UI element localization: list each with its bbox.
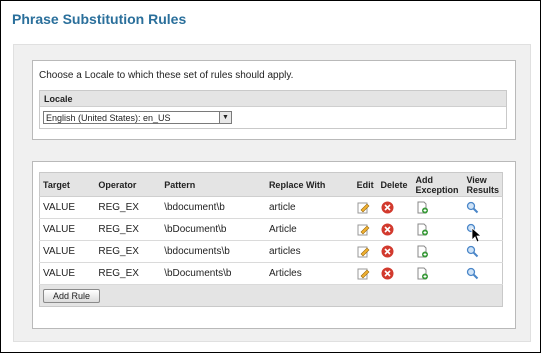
cell-delete [377, 262, 413, 285]
cell-add-exception [412, 240, 464, 263]
col-header-add-exception: Add Exception [412, 172, 464, 197]
cell-target: VALUE [39, 218, 96, 241]
cell-replace-with: article [265, 196, 354, 219]
table-row: VALUE REG_EX \bDocuments\b Articles [39, 262, 503, 285]
table-header-row: Target Operator Pattern Replace With Edi… [39, 172, 503, 197]
col-header-delete: Delete [377, 172, 413, 197]
cell-delete [377, 196, 413, 219]
pencil-icon[interactable] [357, 201, 370, 214]
delete-x-icon[interactable] [381, 201, 394, 214]
table-footer-row: Add Rule [39, 284, 503, 307]
cell-pattern: \bDocument\b [161, 218, 266, 241]
cell-delete [377, 240, 413, 263]
magnifier-icon[interactable] [466, 245, 479, 258]
chevron-down-icon[interactable]: ▼ [219, 112, 231, 123]
cell-replace-with: Article [265, 218, 354, 241]
cell-edit [353, 240, 378, 263]
cell-delete [377, 218, 413, 241]
pencil-icon[interactable] [357, 267, 370, 280]
cell-pattern: \bDocuments\b [161, 262, 266, 285]
content-panel: Choose a Locale to which these set of ru… [13, 44, 531, 342]
magnifier-icon[interactable] [466, 267, 479, 280]
rules-section: Target Operator Pattern Replace With Edi… [32, 161, 516, 329]
locale-table: Locale English (United States): en_US ▼ [39, 90, 507, 129]
col-header-operator: Operator [95, 172, 162, 197]
cell-operator: REG_EX [95, 240, 162, 263]
locale-header: Locale [40, 91, 506, 107]
cell-edit [353, 218, 378, 241]
cell-add-exception [412, 196, 464, 219]
add-document-icon[interactable] [416, 201, 429, 214]
delete-x-icon[interactable] [381, 245, 394, 258]
col-header-target: Target [39, 172, 96, 197]
magnifier-icon[interactable] [466, 201, 479, 214]
cell-pattern: \bdocument\b [161, 196, 266, 219]
delete-x-icon[interactable] [381, 267, 394, 280]
cell-target: VALUE [39, 196, 96, 219]
add-document-icon[interactable] [416, 223, 429, 236]
cell-replace-with: articles [265, 240, 354, 263]
add-rule-button[interactable]: Add Rule [43, 288, 101, 303]
cell-view-results [463, 240, 503, 263]
cell-edit [353, 196, 378, 219]
cell-replace-with: Articles [265, 262, 354, 285]
table-footer: Add Rule [39, 284, 503, 307]
locale-section: Choose a Locale to which these set of ru… [32, 60, 516, 140]
cell-view-results [463, 262, 503, 285]
rules-table: Target Operator Pattern Replace With Edi… [39, 172, 503, 307]
delete-x-icon[interactable] [381, 223, 394, 236]
cell-add-exception [412, 262, 464, 285]
add-document-icon[interactable] [416, 245, 429, 258]
cell-operator: REG_EX [95, 218, 162, 241]
cell-target: VALUE [39, 240, 96, 263]
col-header-edit: Edit [353, 172, 378, 197]
pencil-icon[interactable] [357, 223, 370, 236]
cell-operator: REG_EX [95, 196, 162, 219]
locale-select[interactable]: English (United States): en_US ▼ [43, 111, 232, 124]
locale-prompt: Choose a Locale to which these set of ru… [39, 70, 294, 81]
table-row: VALUE REG_EX \bdocuments\b articles [39, 240, 503, 263]
cell-operator: REG_EX [95, 262, 162, 285]
add-document-icon[interactable] [416, 267, 429, 280]
mouse-pointer-icon [471, 227, 483, 243]
table-row: VALUE REG_EX \bDocument\b Article [39, 218, 503, 241]
pencil-icon[interactable] [357, 245, 370, 258]
locale-select-value: English (United States): en_US [46, 113, 171, 123]
col-header-pattern: Pattern [161, 172, 266, 197]
page-title: Phrase Substitution Rules [12, 11, 187, 27]
cell-edit [353, 262, 378, 285]
window-frame: Phrase Substitution Rules Choose a Local… [0, 0, 541, 353]
col-header-replace-with: Replace With [265, 172, 354, 197]
cell-target: VALUE [39, 262, 96, 285]
col-header-view-results: View Results [463, 172, 503, 197]
cell-view-results [463, 196, 503, 219]
table-row: VALUE REG_EX \bdocument\b article [39, 196, 503, 219]
cell-add-exception [412, 218, 464, 241]
cell-pattern: \bdocuments\b [161, 240, 266, 263]
